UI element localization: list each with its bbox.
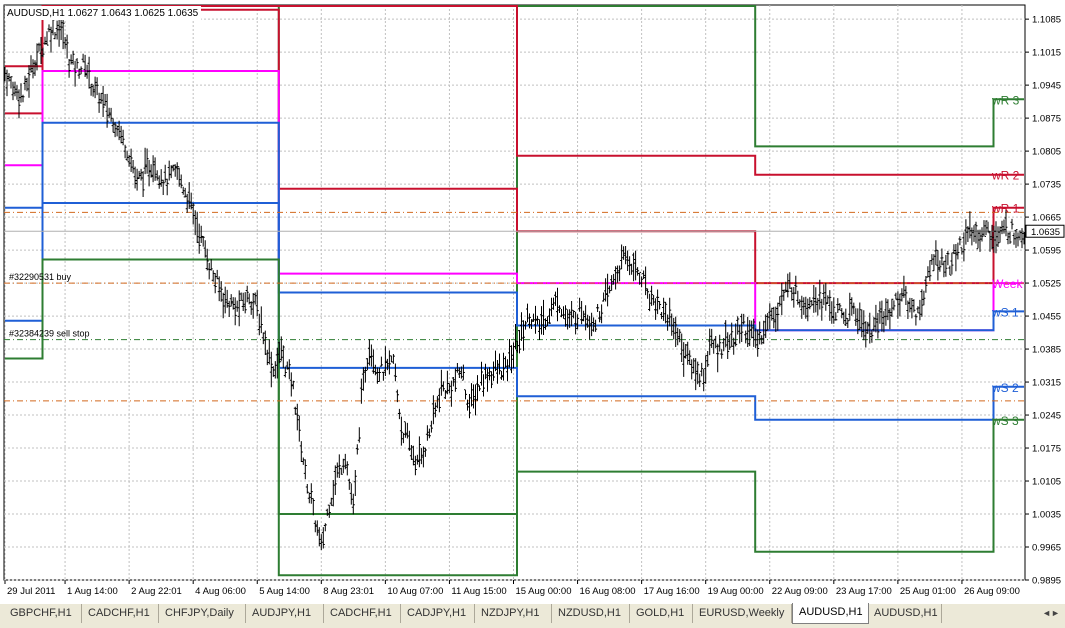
- time-axis-label: 10 Aug 07:00: [387, 586, 443, 597]
- time-axis-label: 22 Aug 09:00: [772, 586, 828, 597]
- chart-tab-chfjpy-daily[interactable]: CHFJPY,Daily: [159, 604, 246, 623]
- time-axis-label: 11 Aug 15:00: [451, 586, 506, 597]
- chart-header-symbol-ohlc: AUDUSD,H1 1.0627 1.0643 1.0625 1.0635: [7, 8, 199, 19]
- time-axis-label: 2 Aug 22:01: [131, 586, 182, 597]
- pivot-label-ws3: wS 3: [991, 414, 1019, 428]
- price-axis-label: 1.0595: [1032, 246, 1061, 257]
- time-axis-label: 5 Aug 14:00: [259, 586, 310, 597]
- pivot-label-wr1: wR 1: [991, 202, 1020, 216]
- pivot-label-ws1: wS 1: [991, 305, 1019, 319]
- price-axis-label: 1.0175: [1032, 444, 1061, 455]
- chart-tab-cadchf-h1[interactable]: CADCHF,H1: [82, 604, 159, 623]
- chart-tab-cadchf-h1-2[interactable]: CADCHF,H1: [324, 604, 401, 623]
- price-axis-label: 1.0455: [1032, 312, 1061, 323]
- current-price-label: 1.0635: [1031, 227, 1060, 238]
- pivot-label-wr3: wR 3: [991, 93, 1020, 107]
- time-axis-label: 4 Aug 06:00: [195, 586, 246, 597]
- pivot-label-wr2: wR 2: [991, 169, 1020, 183]
- price-axis-label: 1.0385: [1032, 345, 1061, 356]
- chart-tab-audusd-h1-2[interactable]: AUDUSD,H1: [868, 604, 942, 623]
- order-label: #32384239 sell stop: [9, 329, 90, 339]
- price-axis-label: 1.1085: [1032, 15, 1061, 26]
- price-axis-label: 1.0665: [1032, 213, 1061, 224]
- time-axis-label: 29 Jul 2011: [7, 586, 55, 597]
- price-axis-label: 1.0105: [1032, 477, 1061, 488]
- chart-tab-cadjpy-h1[interactable]: CADJPY,H1: [401, 604, 475, 623]
- price-chart[interactable]: 1.1085 1.1015 1.0945 1.0875 1.0805 1.0735 1.06…: [0, 0, 1065, 603]
- time-axis-label: 26 Aug 09:00: [964, 586, 1020, 597]
- price-axis-label: 1.0945: [1032, 81, 1061, 92]
- order-label: #32290531 buy: [9, 272, 72, 282]
- price-axis-label: 0.9965: [1032, 543, 1061, 554]
- price-axis-label: 1.0035: [1032, 510, 1061, 521]
- time-axis-label: 25 Aug 01:00: [900, 586, 956, 597]
- time-axis-label: 23 Aug 17:00: [836, 586, 892, 597]
- time-axis-label: 15 Aug 00:00: [515, 586, 571, 597]
- pivot-label-week: Week: [992, 277, 1023, 291]
- time-axis-label: 1 Aug 14:00: [67, 586, 118, 597]
- price-axis-label: 1.0735: [1032, 180, 1061, 191]
- chart-tab-audusd-h1-active[interactable]: AUDUSD,H1: [792, 603, 869, 624]
- time-axis-label: 16 Aug 08:00: [580, 586, 636, 597]
- price-axis-label: 1.0805: [1032, 147, 1061, 158]
- price-axis-label: 1.0875: [1032, 114, 1061, 125]
- chart-tab-nzdusd-h1[interactable]: NZDUSD,H1: [552, 604, 630, 623]
- price-axis-label: 1.0315: [1032, 378, 1061, 389]
- price-axis-label: 1.1015: [1032, 48, 1061, 59]
- chart-tab-eurusd-weekly[interactable]: EURUSD,Weekly: [693, 604, 792, 623]
- price-axis-label: 1.0525: [1032, 279, 1061, 290]
- price-axis-label: 1.0245: [1032, 411, 1061, 422]
- chart-tab-audjpy-h1[interactable]: AUDJPY,H1: [246, 604, 324, 623]
- chart-tab-gold-h1[interactable]: GOLD,H1: [630, 604, 693, 623]
- chart-tab-nzdjpy-h1[interactable]: NZDJPY,H1: [475, 604, 552, 623]
- price-axis-label: 0.9895: [1032, 576, 1061, 587]
- time-axis-label: 17 Aug 16:00: [644, 586, 700, 597]
- pivot-label-ws2: wS 2: [991, 381, 1019, 395]
- time-axis-label: 19 Aug 00:00: [708, 586, 764, 597]
- chart-tab-bar: GBPCHF,H1 CADCHF,H1 CHFJPY,Daily AUDJPY,…: [0, 603, 1065, 628]
- time-axis-label: 8 Aug 23:01: [323, 586, 374, 597]
- chart-window[interactable]: 1.1085 1.1015 1.0945 1.0875 1.0805 1.0735 1.06…: [0, 0, 1065, 604]
- chart-tab-gbpchf-h1[interactable]: GBPCHF,H1: [4, 604, 82, 623]
- tab-scroll-arrows-icon[interactable]: ◄►: [1039, 606, 1063, 620]
